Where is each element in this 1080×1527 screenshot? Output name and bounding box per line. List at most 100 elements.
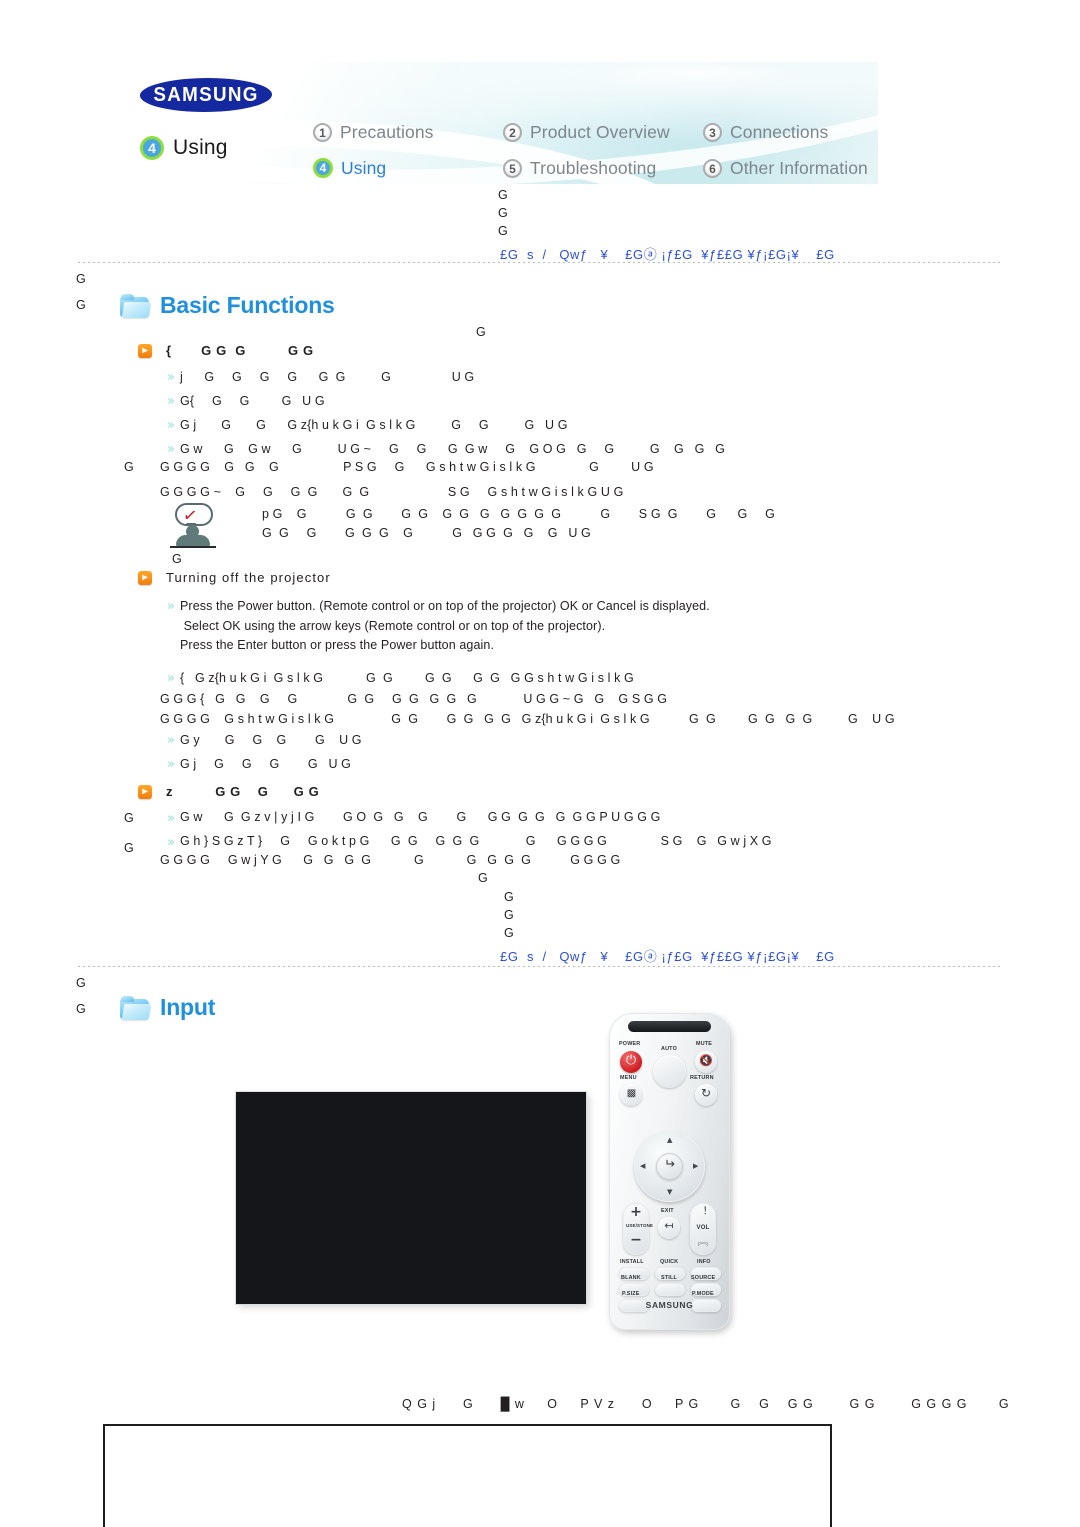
stray-glyph-mid-e: G <box>504 926 514 940</box>
nav-number-3: 3 <box>703 122 722 142</box>
orange-arrow-icon-3: ▸ <box>138 784 152 799</box>
stray-glyph-left-f: G <box>124 841 134 855</box>
label-info: INFO <box>697 1259 711 1265</box>
folder-icon-input <box>120 995 152 1020</box>
dpad-up-icon[interactable]: ▲ <box>667 1136 672 1144</box>
stray-glyph-mid-a: G <box>476 325 486 339</box>
chapter-nav: 1 Precautions 2 Product Overview 3 Conne… <box>313 114 878 184</box>
nav-item-using[interactable]: 4 Using <box>313 158 503 179</box>
nav-number-1: 1 <box>313 122 332 142</box>
section-title-label-input: Input <box>160 994 216 1020</box>
chevron-bullet-6: » <box>167 671 175 686</box>
label-blank: BLANK <box>621 1275 641 1281</box>
label-quick: QUICK <box>660 1259 679 1265</box>
exit-arrow-icon: ↤ <box>664 1219 674 1232</box>
remote-control-figure: POWER AUTO MUTE 🔇 MENU ▩ RETURN ↻ ▲ ▼ ◀ … <box>609 1013 730 1330</box>
subsection-label-turning-on: { G G G G G <box>166 343 314 358</box>
body-line-3: G j G G G z{h u k G i G s l k G G G G U … <box>180 418 568 432</box>
chevron-bullet-5: » <box>167 599 175 614</box>
stray-glyph-1: G <box>498 188 508 202</box>
subsection-heading-source-selection: ▸ z G G G G G <box>138 784 319 799</box>
nav-number-4: 4 <box>313 158 333 178</box>
remote-brand-label: SAMSUNG <box>645 1300 694 1310</box>
turning-off-line-5: G G G { G G G G G G G G G G G U G G ~ G … <box>160 692 668 706</box>
ir-window <box>628 1021 711 1032</box>
nav-label-precautions: Precautions <box>340 121 434 142</box>
power-button[interactable] <box>620 1051 642 1073</box>
orange-arrow-icon: ▸ <box>138 343 152 358</box>
chevron-bullet-9: » <box>167 811 175 826</box>
plus-icon: + <box>630 1204 642 1220</box>
label-pmode: P.MODE <box>692 1291 714 1297</box>
label-install: INSTALL <box>620 1259 644 1265</box>
stray-glyph-2: G <box>498 206 508 220</box>
nav-label-product-overview: Product Overview <box>530 121 670 142</box>
stray-glyph-left-b: G <box>76 298 86 312</box>
dpad-left-icon[interactable]: ◀ <box>640 1162 645 1170</box>
nav-label-other-information: Other Information <box>730 157 868 178</box>
chevron-bullet-7: » <box>167 733 175 748</box>
blue-divider-text-top: £G s / Qwƒ ¥ £Gⓐ ¡ƒ£G ¥ƒ££G ¥ƒ¡£G¡¥ £G <box>500 247 835 262</box>
nav-label-troubleshooting: Troubleshooting <box>530 157 657 178</box>
dpad-right-icon[interactable]: ▶ <box>693 1162 698 1170</box>
nav-item-precautions[interactable]: 1 Precautions <box>313 122 503 143</box>
source-line-1: G w G G z v | y j I G G O G G G G G G G … <box>180 810 661 824</box>
body-line-1: j G G G G G G G U G <box>180 370 475 384</box>
chevron-bullet-2: » <box>167 394 175 409</box>
divider-rule-bottom <box>78 966 1002 967</box>
label-still: STILL <box>661 1275 677 1281</box>
nav-item-other-information[interactable]: 6 Other Information <box>703 158 878 179</box>
dpad[interactable]: ▲ ▼ ◀ ▶ <box>634 1131 705 1202</box>
divider-rule-top <box>78 262 1002 263</box>
turning-off-line-8: G j G G G G U G <box>180 757 351 771</box>
nav-item-product-overview[interactable]: 2 Product Overview <box>503 122 703 143</box>
note-line-1: p G G G G G G G G G G G G G G S G G G G … <box>262 507 775 521</box>
current-chapter: 4 Using <box>140 136 228 160</box>
nav-item-connections[interactable]: 3 Connections <box>703 122 878 143</box>
folder-icon <box>120 293 152 318</box>
subsection-label-turning-off: Turning off the projector <box>166 570 331 585</box>
return-arrow-icon: ↻ <box>700 1086 712 1100</box>
stray-glyph-left-g: G <box>76 976 86 990</box>
blue-divider-text-bottom: £G s / Qwƒ ¥ £Gⓐ ¡ƒ£G ¥ƒ££G ¥ƒ¡£G¡¥ £G <box>500 949 835 964</box>
bottom-table-frame <box>103 1424 832 1527</box>
body-line-6: G G G G ~ G G G G G G S G G s h t w G i … <box>160 485 624 499</box>
source-line-2: G h } S G z T } G G o k t p G G G G G G … <box>180 834 772 848</box>
minus-icon: − <box>630 1232 642 1248</box>
chevron-bullet-4: » <box>167 442 175 457</box>
speaker-mute-icon: 🔇 <box>699 1054 713 1067</box>
stray-glyph-left-e: G <box>124 811 134 825</box>
menu-bars-icon: ▩ <box>626 1088 636 1099</box>
body-line-2: G{ G G G U G <box>180 394 325 408</box>
nav-item-troubleshooting[interactable]: 5 Troubleshooting <box>503 158 703 179</box>
subsection-heading-turning-on: ▸ { G G G G G <box>138 343 314 358</box>
dpad-down-icon[interactable]: ▼ <box>667 1188 672 1196</box>
label-power: POWER <box>619 1041 641 1047</box>
figure-caption: Q G j G █ w O P V z O P G G G G G G G G … <box>402 1397 1010 1411</box>
turning-off-line-6: G G G G G s h t w G i s l k G G G G G G … <box>160 712 895 726</box>
current-chapter-number: 4 <box>140 136 164 160</box>
volume-up-icon: ︕ <box>698 1207 708 1218</box>
turning-off-line-4: { G z{h u k G i G s l k G G G G G G G G … <box>180 671 634 685</box>
label-menu: MENU <box>620 1075 637 1081</box>
note-person-icon: ✓ <box>166 503 220 549</box>
enter-button[interactable] <box>656 1153 683 1180</box>
page-header-banner: SAMSUNG 4 Using 1 Precautions 2 Product … <box>78 62 878 184</box>
samsung-logo: SAMSUNG <box>138 78 274 112</box>
source-line-3: G G G G G w j Y G G G G G G G G G G G G … <box>160 853 621 867</box>
label-vol: VOL <box>696 1225 710 1231</box>
auto-button[interactable] <box>653 1055 686 1088</box>
still-button[interactable] <box>655 1283 685 1296</box>
volume-down-icon: ︗ <box>698 1237 708 1248</box>
section-title-input: Input <box>120 994 215 1021</box>
body-line-5: G G G G G G G P S G G G s h t w G i s l … <box>160 460 654 474</box>
stray-glyph-left-h: G <box>76 1002 86 1016</box>
nav-number-5: 5 <box>503 158 522 178</box>
turning-off-line-7: G y G G G G U G <box>180 733 362 747</box>
samsung-logo-text: SAMSUNG <box>153 84 259 106</box>
section-title-basic-functions: Basic Functions <box>120 292 335 319</box>
subsection-label-source-selection: z G G G G G <box>166 784 320 799</box>
chevron-bullet-1: » <box>167 370 175 385</box>
label-exit: EXIT <box>661 1208 674 1214</box>
label-source: SOURCE <box>691 1275 716 1281</box>
